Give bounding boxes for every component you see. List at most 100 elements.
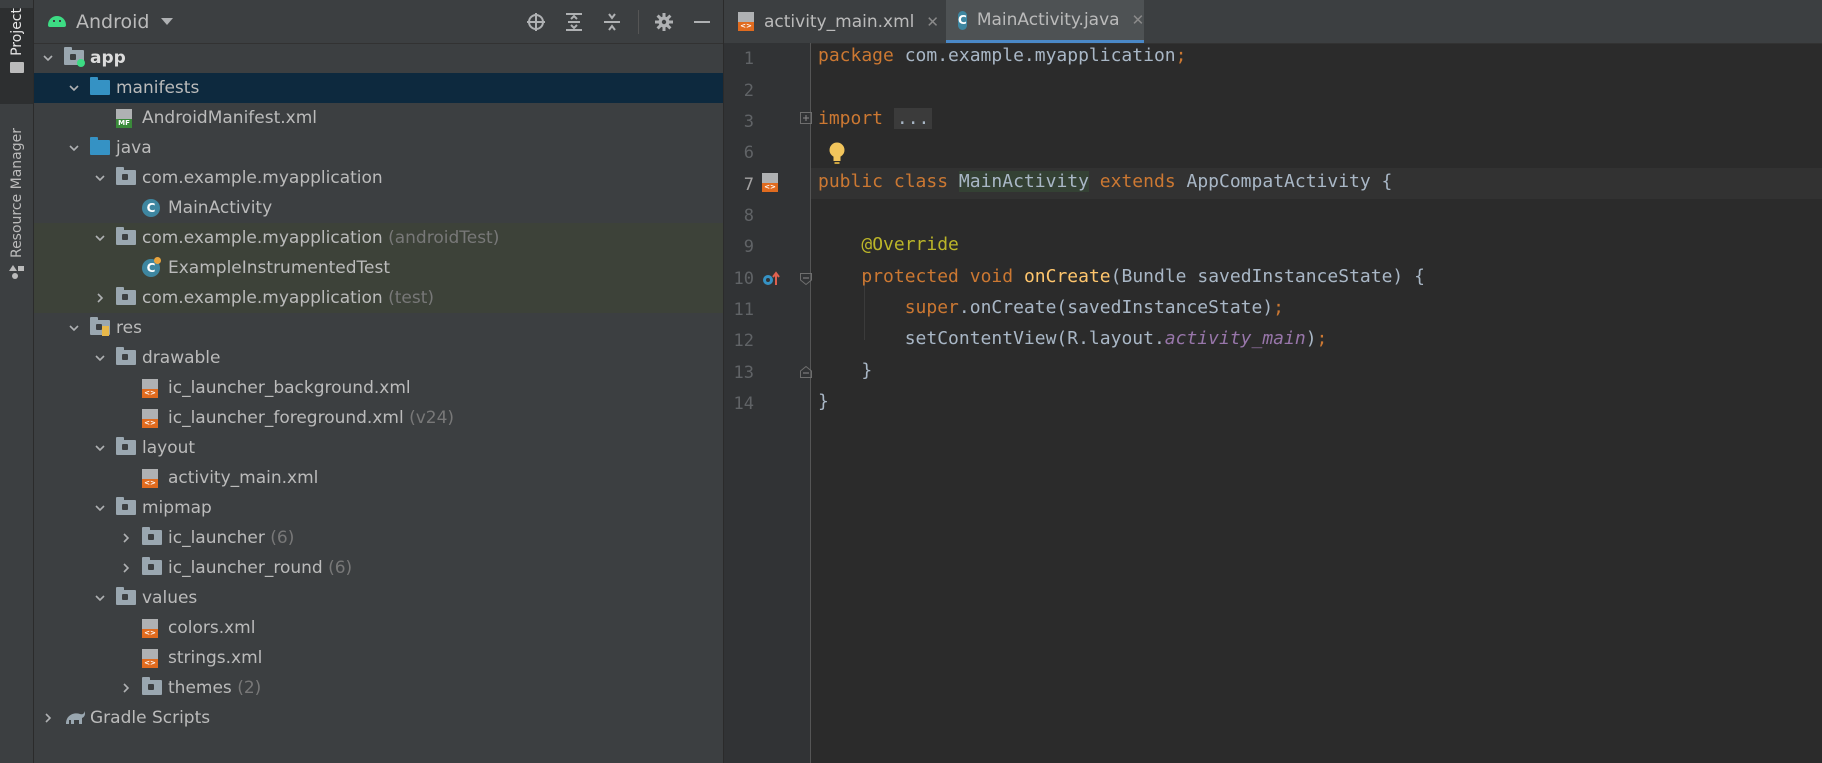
code-line-1[interactable]: package com.example.myapplication; — [818, 45, 1186, 66]
tree-item[interactable]: manifests — [34, 73, 723, 103]
chevron-down-icon[interactable] — [68, 322, 80, 334]
code-editor: <> activity_main.xml ✕ C MainActivity.ja… — [724, 0, 1822, 763]
tree-item[interactable]: res — [34, 313, 723, 343]
tree-item[interactable]: com.example.myapplication (androidTest) — [34, 223, 723, 253]
tree-item[interactable]: <> ic_launcher_background.xml — [34, 373, 723, 403]
tree-item[interactable]: MF AndroidManifest.xml — [34, 103, 723, 133]
package-icon — [116, 437, 136, 457]
tree-item[interactable]: java — [34, 133, 723, 163]
tree-item[interactable]: ic_launcher (6) — [34, 523, 723, 553]
line-number: 2 — [743, 81, 754, 101]
folder-icon — [9, 61, 24, 73]
code-line-10[interactable]: protected void onCreate(Bundle savedInst… — [818, 266, 1425, 287]
fold-expand-icon[interactable] — [800, 112, 812, 124]
tree-item[interactable]: mipmap — [34, 493, 723, 523]
chevron-down-icon — [161, 18, 174, 25]
chevron-down-icon[interactable] — [94, 442, 106, 454]
semicolon: ; — [1175, 45, 1187, 66]
close-icon[interactable]: ✕ — [926, 13, 939, 31]
chevron-down-icon[interactable] — [94, 232, 106, 244]
code-line-9[interactable]: @Override — [818, 234, 959, 255]
tree-item[interactable]: <> ic_launcher_foreground.xml (v24) — [34, 403, 723, 433]
code-text: AppCompatActivity { — [1175, 171, 1393, 192]
chevron-down-icon[interactable] — [42, 52, 54, 64]
chevron-right-icon[interactable] — [120, 562, 132, 574]
collapse-all-button[interactable] — [600, 10, 624, 34]
chevron-down-icon[interactable] — [94, 592, 106, 604]
lightbulb-icon[interactable] — [827, 141, 847, 165]
fold-end-icon[interactable] — [800, 366, 812, 378]
tree-item[interactable]: values — [34, 583, 723, 613]
tree-item[interactable]: C ExampleInstrumentedTest — [34, 253, 723, 283]
tree-item-text: mipmap — [142, 498, 212, 518]
tab-main-activity[interactable]: C MainActivity.java ✕ — [946, 0, 1144, 43]
line-number: 6 — [743, 143, 754, 163]
minimize-icon — [694, 21, 710, 23]
method-name: onCreate — [1023, 266, 1111, 287]
tree-item-label: mipmap — [142, 498, 212, 518]
tab-activity-main[interactable]: <> activity_main.xml ✕ — [724, 0, 942, 43]
expand-all-button[interactable] — [562, 10, 586, 34]
code-line-3[interactable]: import ... — [818, 108, 933, 129]
chevron-right-icon[interactable] — [94, 292, 106, 304]
tree-item[interactable]: Gradle Scripts — [34, 703, 723, 733]
hide-panel-button[interactable] — [690, 10, 714, 34]
crosshair-icon — [527, 13, 545, 31]
tree-item[interactable]: com.example.myapplication (test) — [34, 283, 723, 313]
project-tool-tab-label: Project — [8, 8, 25, 56]
package-icon — [142, 677, 162, 697]
locate-file-button[interactable] — [524, 10, 548, 34]
project-tool-tab[interactable]: Project — [0, 8, 33, 104]
tree-item[interactable]: <> activity_main.xml — [34, 463, 723, 493]
tree-item-text: com.example.myapplication — [142, 228, 383, 248]
chevron-right-icon[interactable] — [120, 682, 132, 694]
tree-item-text: themes — [168, 678, 232, 698]
tree-item[interactable]: themes (2) — [34, 673, 723, 703]
tree-item-label: AndroidManifest.xml — [142, 108, 317, 128]
tree-item-text: values — [142, 588, 198, 608]
tree-item-label: com.example.myapplication (test) — [142, 288, 434, 308]
gear-icon — [655, 13, 673, 31]
chevron-down-icon[interactable] — [94, 502, 106, 514]
chevron-down-icon[interactable] — [68, 142, 80, 154]
chevron-right-icon[interactable] — [42, 712, 54, 724]
code-line-12[interactable]: setContentView(R.layout.activity_main); — [818, 328, 1328, 349]
tree-item-label: colors.xml — [168, 618, 255, 638]
tree-item-text: java — [116, 138, 152, 158]
override-gutter-icon[interactable] — [762, 270, 780, 288]
tree-item[interactable]: app — [34, 43, 723, 73]
folded-imports[interactable]: ... — [893, 108, 933, 129]
tree-item[interactable]: ic_launcher_round (6) — [34, 553, 723, 583]
tree-item[interactable]: <> colors.xml — [34, 613, 723, 643]
collapse-all-icon — [604, 13, 620, 31]
keyword: void — [969, 266, 1014, 287]
code-line-13[interactable]: } — [818, 360, 872, 381]
res-folder-icon — [90, 317, 110, 337]
chevron-down-icon[interactable] — [68, 82, 80, 94]
module-folder-icon — [64, 47, 85, 67]
resource-manager-tab[interactable]: Resource Manager — [0, 128, 33, 300]
tree-item-label: app — [90, 48, 126, 68]
code-line-14[interactable]: } — [818, 391, 829, 412]
fold-collapse-icon[interactable] — [800, 273, 812, 285]
class-name: MainActivity — [958, 171, 1089, 192]
code-line-11[interactable]: super.onCreate(savedInstanceState); — [818, 297, 1284, 318]
related-layout-gutter-icon[interactable]: <> — [762, 173, 778, 192]
tree-item[interactable]: drawable — [34, 343, 723, 373]
tree-item[interactable]: com.example.myapplication — [34, 163, 723, 193]
keyword: class — [893, 171, 949, 192]
tree-item-text: activity_main.xml — [168, 468, 319, 488]
keyword: super — [904, 297, 959, 318]
settings-button[interactable] — [652, 10, 676, 34]
close-icon[interactable]: ✕ — [1132, 11, 1145, 29]
tree-item[interactable]: <> strings.xml — [34, 643, 723, 673]
line-number: 8 — [743, 206, 754, 226]
chevron-right-icon[interactable] — [120, 532, 132, 544]
tree-item[interactable]: layout — [34, 433, 723, 463]
line-number: 11 — [733, 300, 754, 320]
chevron-down-icon[interactable] — [94, 172, 106, 184]
view-selector[interactable]: Android — [48, 0, 174, 43]
chevron-down-icon[interactable] — [94, 352, 106, 364]
tree-item[interactable]: C MainActivity — [34, 193, 723, 223]
code-line-7[interactable]: public class MainActivity extends AppCom… — [818, 171, 1392, 192]
